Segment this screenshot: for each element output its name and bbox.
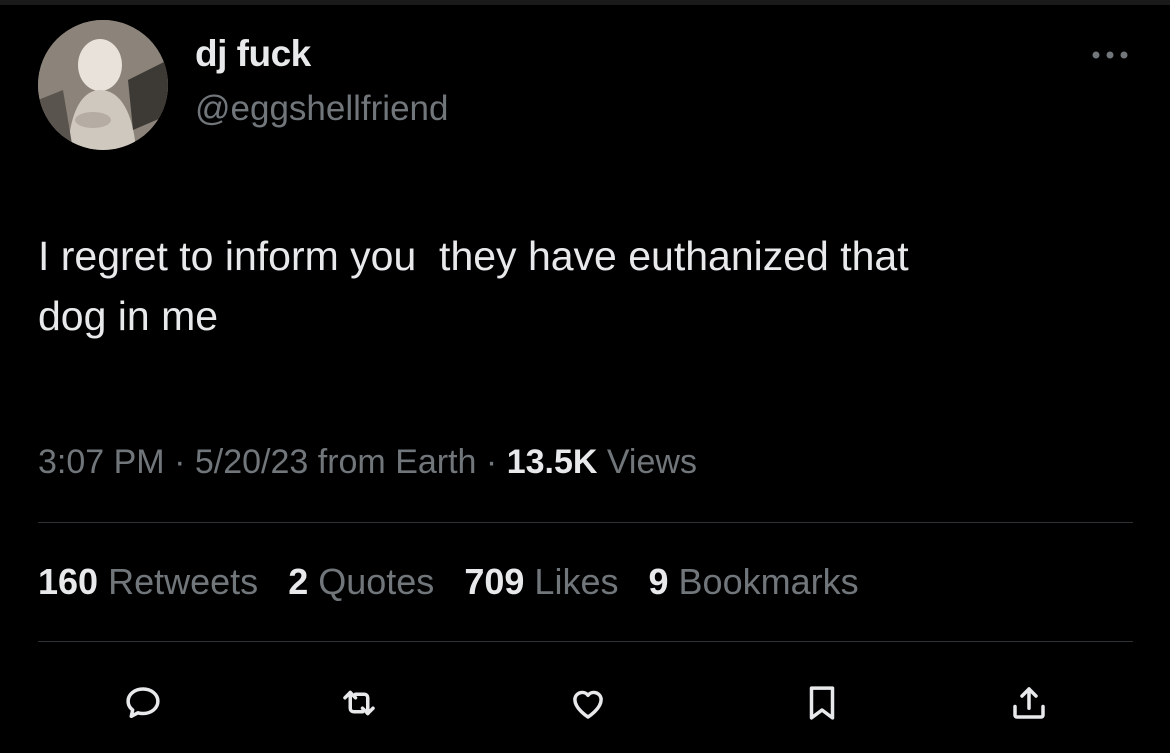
quotes-label: Quotes [318, 561, 435, 602]
likes-count: 709 [464, 561, 525, 602]
bookmarks-label: Bookmarks [678, 561, 859, 602]
divider [38, 522, 1133, 523]
reply-icon[interactable] [118, 678, 168, 728]
meta-separator: · [476, 443, 507, 481]
meta-separator: · [164, 443, 195, 481]
likes-label: Likes [534, 561, 619, 602]
quotes-count: 2 [288, 561, 309, 602]
retweets-label: Retweets [108, 561, 259, 602]
views-label: Views [597, 443, 697, 481]
tweet-source: from Earth [308, 443, 477, 481]
stat-quotes[interactable]: 2 Quotes [288, 561, 434, 602]
tweet-text: I regret to inform you they have euthani… [38, 233, 909, 339]
tweet-date[interactable]: 5/20/23 [195, 443, 308, 481]
bookmarks-count: 9 [648, 561, 669, 602]
stat-likes[interactable]: 709 Likes [464, 561, 618, 602]
avatar-image [38, 20, 168, 150]
tweet-meta: 3:07 PM · 5/20/23 from Earth · 13.5K Vie… [38, 443, 697, 482]
avatar[interactable] [38, 20, 168, 150]
like-icon[interactable] [563, 678, 613, 728]
tweet-stats: 160 Retweets 2 Quotes 709 Likes 9 Bookma… [38, 561, 879, 603]
tweet-card: dj fuck @eggshellfriend I regret to info… [0, 0, 1170, 753]
share-icon[interactable] [1004, 678, 1054, 728]
tweet-time[interactable]: 3:07 PM [38, 443, 165, 481]
stat-retweets[interactable]: 160 Retweets [38, 561, 258, 602]
views-count: 13.5K [506, 443, 598, 481]
user-handle[interactable]: @eggshellfriend [195, 89, 448, 129]
retweet-icon[interactable] [334, 678, 384, 728]
bookmark-icon[interactable] [797, 678, 847, 728]
stat-bookmarks[interactable]: 9 Bookmarks [648, 561, 858, 602]
more-dots-icon[interactable] [1086, 40, 1134, 70]
retweets-count: 160 [38, 561, 99, 602]
divider [38, 641, 1133, 642]
display-name[interactable]: dj fuck [195, 33, 311, 75]
action-bar [0, 678, 1170, 728]
